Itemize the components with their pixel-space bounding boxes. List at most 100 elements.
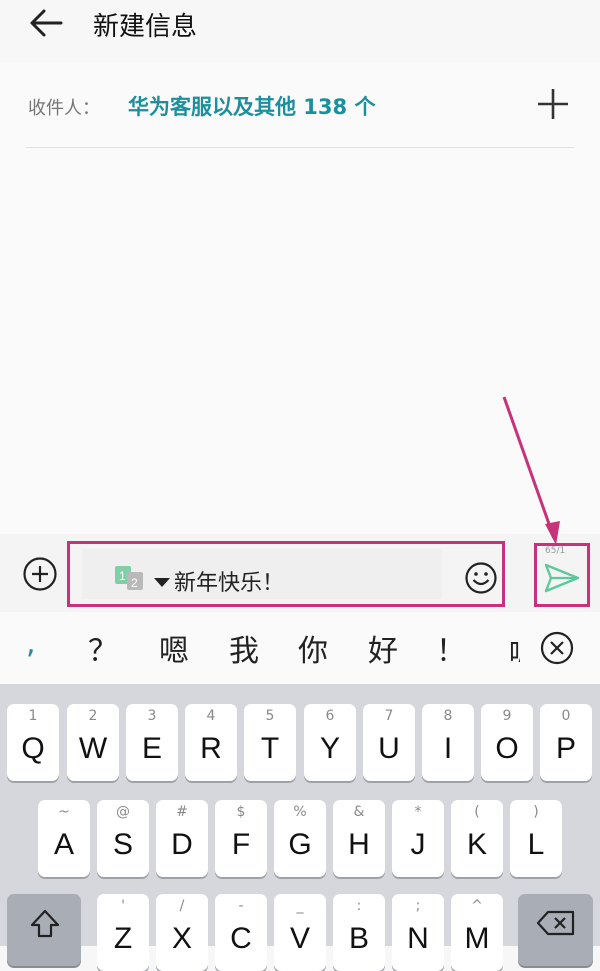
key-hint: 2 (88, 708, 98, 724)
key-hint: # (176, 804, 188, 820)
back-arrow-icon[interactable] (28, 8, 64, 38)
key-w[interactable]: 2W (67, 704, 119, 781)
message-input-highlight: 1 2 新年快乐！ (67, 541, 505, 607)
key-char: C (230, 922, 252, 955)
recipients-label: 收件人： (28, 98, 100, 119)
key-y[interactable]: 6Y (304, 704, 356, 781)
key-hint: - (238, 898, 244, 914)
dual-sim-icon[interactable]: 1 2 (115, 566, 145, 590)
key-hint: ' (121, 898, 125, 914)
key-h[interactable]: & H (333, 800, 385, 877)
key-n[interactable]: ; N (392, 894, 444, 971)
key-v[interactable]: _ V (274, 894, 326, 971)
key-hint: 5 (265, 708, 275, 724)
recipients-row[interactable]: 收件人： 华为客服以及其他 138 个 (0, 62, 600, 148)
key-o[interactable]: 9O (481, 704, 533, 781)
key-hint: _ (296, 898, 304, 914)
key-char: G (288, 828, 312, 861)
key-j[interactable]: * J (392, 800, 444, 877)
suggestion-item[interactable]: 嗯 (159, 626, 189, 670)
send-icon[interactable] (543, 562, 581, 594)
key-a[interactable]: ~ A (38, 800, 90, 877)
key-f[interactable]: $ F (215, 800, 267, 877)
plus-circle-icon[interactable] (22, 556, 58, 592)
key-l[interactable]: ) L (510, 800, 562, 877)
suggestion-item[interactable]: ？ (88, 626, 118, 670)
suggestion-item-partial[interactable]: 呢 (509, 632, 520, 662)
key-char: X (171, 922, 192, 955)
key-hint: / (179, 898, 185, 914)
key-p[interactable]: 0P (540, 704, 592, 781)
key-u[interactable]: 7U (363, 704, 415, 781)
key-char: T (260, 732, 280, 765)
message-body-area[interactable] (0, 148, 600, 534)
suggestion-item[interactable]: , (26, 626, 36, 661)
suggestion-item[interactable]: 好 (368, 626, 398, 670)
key-x[interactable]: / X (156, 894, 208, 971)
key-char: F (231, 828, 251, 861)
key-hint: @ (116, 804, 130, 820)
key-char: N (407, 922, 429, 955)
key-char: U (378, 732, 400, 765)
key-char: D (171, 828, 193, 861)
key-hint: 0 (561, 708, 571, 724)
add-recipient-icon[interactable] (536, 87, 570, 121)
shift-key[interactable] (7, 894, 81, 966)
char-counter: 65/1 (545, 546, 566, 556)
key-char: Q (21, 732, 45, 765)
sim-primary-label: 1 (119, 569, 126, 583)
recipients-value[interactable]: 华为客服以及其他 138 个 (128, 91, 375, 121)
key-char: E (141, 732, 162, 765)
key-z[interactable]: ' Z (97, 894, 149, 971)
key-char: Y (319, 732, 340, 765)
key-char: I (443, 732, 453, 765)
key-s[interactable]: @ S (97, 800, 149, 877)
key-b[interactable]: :B (333, 894, 385, 971)
backspace-key[interactable] (518, 894, 593, 966)
key-char: R (200, 732, 222, 765)
key-char: V (289, 922, 310, 955)
send-button-highlight: 65/1 (534, 543, 590, 607)
key-char: Z (113, 922, 133, 955)
key-hint: ; (415, 898, 421, 914)
key-d[interactable]: # D (156, 800, 208, 877)
message-text[interactable]: 新年快乐！ (174, 565, 284, 597)
key-hint: 6 (325, 708, 335, 724)
key-hint: ~ (58, 804, 70, 820)
key-m[interactable]: ^ M (451, 894, 503, 971)
key-i[interactable]: 8I (422, 704, 474, 781)
key-hint: ) (533, 804, 539, 820)
key-hint: & (353, 804, 365, 820)
key-hint: % (293, 804, 307, 820)
suggestion-item[interactable]: ！ (436, 626, 466, 670)
key-c[interactable]: -C (215, 894, 267, 971)
keyboard: 1Q 2W 3E 4R 5T 6Y 7U 8I 9O 0P ~ A @ S # D $… (0, 684, 600, 971)
message-input[interactable]: 1 2 新年快乐！ (82, 549, 442, 599)
key-char: O (495, 732, 519, 765)
key-char: L (527, 828, 545, 861)
key-hint: 9 (502, 708, 512, 724)
key-char: A (53, 828, 74, 861)
sim-dropdown-icon[interactable] (154, 578, 170, 587)
key-k[interactable]: (K (451, 800, 503, 877)
key-char: H (348, 828, 370, 861)
key-hint: * (414, 804, 422, 820)
key-hint: 3 (147, 708, 157, 724)
key-g[interactable]: % G (274, 800, 326, 877)
key-e[interactable]: 3E (126, 704, 178, 781)
suggestion-item[interactable]: 你 (298, 626, 328, 670)
suggestion-bar: , ？ 嗯 我 你 好 ！ 呢 (0, 612, 600, 684)
app-header: 新建信息 (0, 0, 600, 62)
key-char: M (464, 922, 490, 955)
page-title: 新建信息 (93, 12, 198, 42)
key-r[interactable]: 4R (185, 704, 237, 781)
backspace-icon (536, 910, 575, 936)
key-char: B (348, 922, 369, 955)
key-t[interactable]: 5T (244, 704, 296, 781)
suggestion-item[interactable]: 我 (229, 626, 259, 670)
sim-secondary-label: 2 (131, 576, 138, 590)
close-circle-icon[interactable] (539, 630, 575, 666)
key-q[interactable]: 1Q (7, 704, 59, 781)
emoji-icon[interactable] (464, 561, 498, 595)
key-hint: ( (474, 804, 480, 820)
